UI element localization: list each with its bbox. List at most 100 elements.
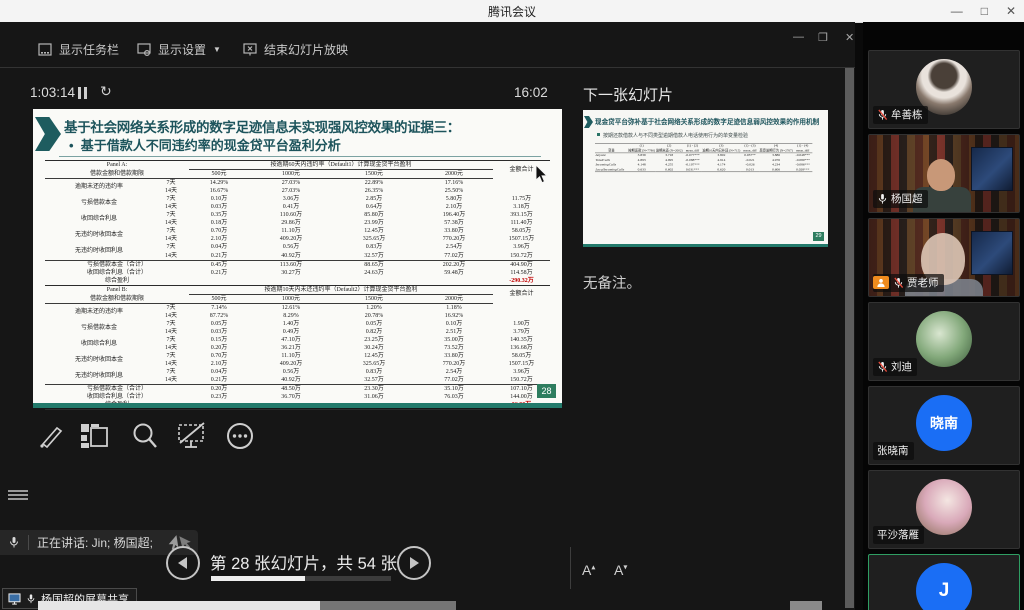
table-cell: 逾期未还的违约率	[45, 303, 153, 320]
table-cell: 16.67%	[189, 187, 249, 195]
increase-font-button[interactable]: A▴	[582, 562, 595, 578]
table-cell: 亏损借款本金	[45, 195, 153, 211]
table-cell: 7天	[153, 179, 189, 188]
speaking-mic-icon	[8, 536, 20, 549]
restart-timer-button[interactable]: ↻	[100, 83, 112, 100]
see-all-slides-button[interactable]	[76, 420, 112, 452]
table-cell: 14天	[153, 252, 189, 261]
person-badge-icon	[873, 276, 889, 289]
notes-scrollbar[interactable]	[845, 68, 854, 608]
slideshow-progress-bar	[211, 576, 391, 581]
end-slideshow-button[interactable]: 结束幻灯片放映	[243, 41, 348, 58]
window-titlebar: 腾讯会议 — □ ✕	[0, 0, 1024, 23]
show-taskbar-button[interactable]: 显示任务栏	[38, 41, 119, 58]
table-cell	[249, 277, 333, 286]
table-cell: 1500元	[333, 294, 415, 303]
table-cell: 0.10万	[415, 320, 493, 328]
taskbar-fragment-light	[38, 601, 320, 610]
table-cell: 0.10万	[189, 195, 249, 203]
show-taskbar-label: 显示任务栏	[59, 41, 119, 58]
table-cell: 0.49万	[249, 328, 333, 336]
table-cell: 0.23万	[189, 393, 249, 401]
table-cell: 26.35%	[333, 187, 415, 195]
table-cell: 14天	[153, 312, 189, 320]
table-cell: Panel A:	[45, 161, 189, 170]
table-cell	[189, 277, 249, 286]
participant-tile[interactable]: 平沙落雁	[868, 470, 1020, 549]
participant-tile[interactable]: JJin	[868, 554, 1020, 610]
ppt-close-button[interactable]: ✕	[845, 31, 854, 44]
pen-tool-button[interactable]	[32, 420, 68, 452]
ppt-minimize-button[interactable]: —	[793, 31, 804, 43]
table-cell: 无违约时收回利息	[45, 243, 153, 260]
window-close-button[interactable]: ✕	[1006, 0, 1016, 22]
table-cell: 29.86万	[249, 219, 333, 227]
table-cell: 500元	[189, 170, 249, 179]
participant-tile[interactable]: 晓南张晓南	[868, 386, 1020, 465]
table-cell: 1000元	[249, 294, 333, 303]
table-cell: 5.80万	[415, 195, 493, 203]
next-slide-button[interactable]	[397, 546, 431, 580]
participant-tile[interactable]: 贾老师	[868, 218, 1020, 297]
table-cell: 0.602	[655, 167, 683, 172]
table-cell: 收回综合利息（合计）	[45, 393, 189, 401]
participant-tile[interactable]: 刘迪	[868, 302, 1020, 381]
app-root: 腾讯会议 — □ ✕ — ❐ ✕ 显示任务栏 显示设置 ▼ 结束幻灯片放映 1:…	[0, 0, 1024, 610]
mic-muted-icon	[893, 277, 904, 289]
slide-table: Panel A:按逾期60天内违约率（Default1）计算现金贷平台盈利金额合…	[45, 160, 550, 410]
decrease-font-button[interactable]: A▾	[614, 562, 627, 578]
next-slide-preview[interactable]: 现金贷平台弥补基于社会网络关系形成的数字足迹信息弱风控效果的作用机制 按期还款借…	[583, 110, 828, 247]
table-cell: 57.38万	[415, 219, 493, 227]
table-cell: 0.18万	[189, 219, 249, 227]
table-cell: 2000元	[415, 170, 493, 179]
slide-list-icon[interactable]	[8, 488, 28, 502]
black-screen-button[interactable]	[174, 420, 210, 452]
table-cell: 59.48万	[415, 269, 493, 277]
table-cell: 0.41万	[249, 203, 333, 211]
presentation-timer: 1:03:14	[30, 85, 75, 100]
participant-tile[interactable]: 杨国超	[868, 134, 1020, 213]
table-cell: 7天	[153, 195, 189, 203]
table-cell: 16.92%	[415, 312, 493, 320]
table-cell: 0.620	[702, 167, 741, 172]
table-cell: 无违约时收回利息	[45, 368, 153, 385]
table-cell: 32.57万	[333, 376, 415, 385]
slide-title-divider	[59, 156, 541, 157]
ppt-restore-button[interactable]: ❐	[818, 31, 828, 44]
display-settings-button[interactable]: 显示设置 ▼	[137, 41, 221, 58]
participant-name: 张晓南	[877, 443, 909, 458]
speaker-notes: 无备注。	[583, 272, 641, 293]
table-cell: 0.21万	[189, 269, 249, 277]
taskbar-fragment-square	[790, 601, 822, 610]
display-settings-icon	[137, 43, 151, 56]
window-maximize-button[interactable]: □	[981, 0, 988, 22]
pause-timer-button[interactable]	[78, 87, 88, 99]
table-cell: 亏损借款本金（合计）	[45, 385, 189, 394]
preview-slide-title: 现金贷平台弥补基于社会网络关系形成的数字足迹信息弱风控效果的作用机制	[595, 116, 825, 126]
end-slideshow-label: 结束幻灯片放映	[264, 41, 348, 58]
table-cell: 202.20万	[415, 260, 493, 269]
toolbar-separator	[0, 67, 855, 68]
previous-slide-button[interactable]	[166, 546, 200, 580]
avatar-photo	[916, 479, 972, 535]
display-settings-label: 显示设置	[158, 41, 206, 58]
table-cell: 按逾期60天内违约率（Default1）计算现金贷平台盈利	[189, 161, 493, 170]
table-cell: 11.10万	[249, 352, 333, 360]
table-cell: 3.06万	[249, 195, 333, 203]
table-cell: 14天	[153, 235, 189, 243]
table-cell: 88.65万	[333, 260, 415, 269]
participant-label: 刘迪	[873, 358, 917, 376]
chevron-down-icon: ▼	[213, 45, 221, 54]
current-slide[interactable]: 基于社会网络关系形成的数字足迹信息未实现强风控效果的证据三： • 基于借款人不同…	[33, 109, 562, 408]
previous-arrow-icon	[178, 557, 188, 569]
table-cell: 0.20万	[189, 385, 249, 394]
table-cell: 14天	[153, 376, 189, 385]
zoom-slide-button[interactable]	[127, 420, 163, 452]
more-options-button[interactable]	[222, 420, 258, 452]
window-minimize-button[interactable]: —	[951, 0, 963, 22]
table-cell: 22.89%	[333, 179, 415, 188]
table-cell: 14天	[153, 344, 189, 352]
slide-title-arrow-icon	[35, 117, 61, 151]
table-cell: 404.90万	[493, 260, 550, 269]
participant-tile[interactable]: 牟善栋	[868, 50, 1020, 129]
